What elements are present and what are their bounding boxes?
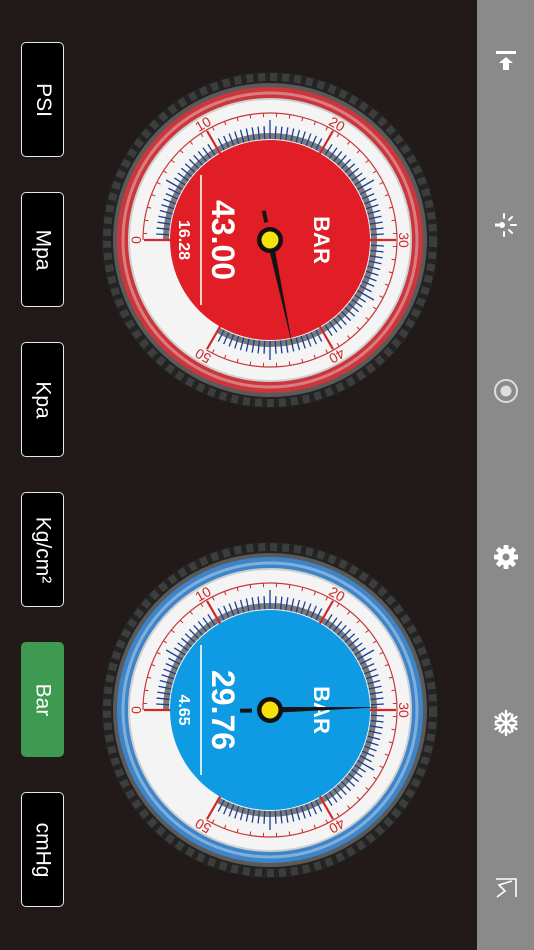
unit-button-label: Kg/cm² xyxy=(31,516,55,583)
unit-button-label: Kpa xyxy=(31,380,55,419)
gauge-tick xyxy=(370,233,384,236)
gauge-secondary-value: 16.28 xyxy=(175,220,192,260)
gauge-tick xyxy=(263,126,266,140)
gauge-tick xyxy=(370,244,384,247)
chart-icon[interactable] xyxy=(477,868,534,908)
gauge-scale-label: 30 xyxy=(396,232,412,248)
gauge-value: 29.76 xyxy=(205,670,241,750)
unit-button-kgcm2[interactable]: Kg/cm² xyxy=(21,492,64,607)
unit-button-kpa[interactable]: Kpa xyxy=(21,342,64,457)
record-icon[interactable] xyxy=(477,371,534,411)
gauge-tick xyxy=(263,810,266,824)
gauge-tick xyxy=(370,703,384,706)
settings-icon[interactable] xyxy=(477,537,534,577)
unit-button-cmhg[interactable]: cmHg xyxy=(21,792,64,907)
gauge-hub xyxy=(261,701,279,719)
gauge-tick xyxy=(370,714,384,717)
gauge-tick xyxy=(156,703,170,706)
gauge-hub xyxy=(261,231,279,249)
unit-button-bar[interactable]: Bar xyxy=(21,642,64,757)
pressure-gauge-blue: 010 20304050BAR29.764.65 xyxy=(102,542,438,878)
gauge-tick xyxy=(274,340,277,354)
gauge-tick xyxy=(263,596,266,610)
gauge-scale-label: 0 xyxy=(128,706,144,714)
unit-button-label: PSI xyxy=(31,82,55,117)
gauge-secondary-value: 4.65 xyxy=(175,694,192,725)
unit-button-mpa[interactable]: Mpa xyxy=(21,192,64,307)
gauge-scale-label: 30 xyxy=(396,702,412,718)
snowflake-icon[interactable] xyxy=(477,703,534,743)
unit-button-label: cmHg xyxy=(31,822,55,877)
gauge-unit-label: BAR xyxy=(309,216,334,264)
unit-button-psi[interactable]: PSI xyxy=(21,42,64,157)
unit-selector: PSI Mpa Kpa Kg/cm² Bar cmHg xyxy=(0,0,90,950)
gauge-tick xyxy=(274,596,277,610)
gauge-tick xyxy=(263,340,266,354)
unit-button-label: Mpa xyxy=(31,229,55,270)
brightness-icon[interactable] xyxy=(477,205,534,245)
pressure-gauge-red: 010 20304050BAR43.0016.28 xyxy=(102,72,438,408)
sidebar xyxy=(477,0,534,950)
gauge-tick xyxy=(274,126,277,140)
gauge-value: 43.00 xyxy=(205,200,241,280)
exit-icon[interactable] xyxy=(477,40,534,80)
gauge-tick xyxy=(274,810,277,824)
gauge-tick xyxy=(156,233,170,236)
gauge-scale-label: 0 xyxy=(128,236,144,244)
unit-button-label: Bar xyxy=(31,683,55,716)
